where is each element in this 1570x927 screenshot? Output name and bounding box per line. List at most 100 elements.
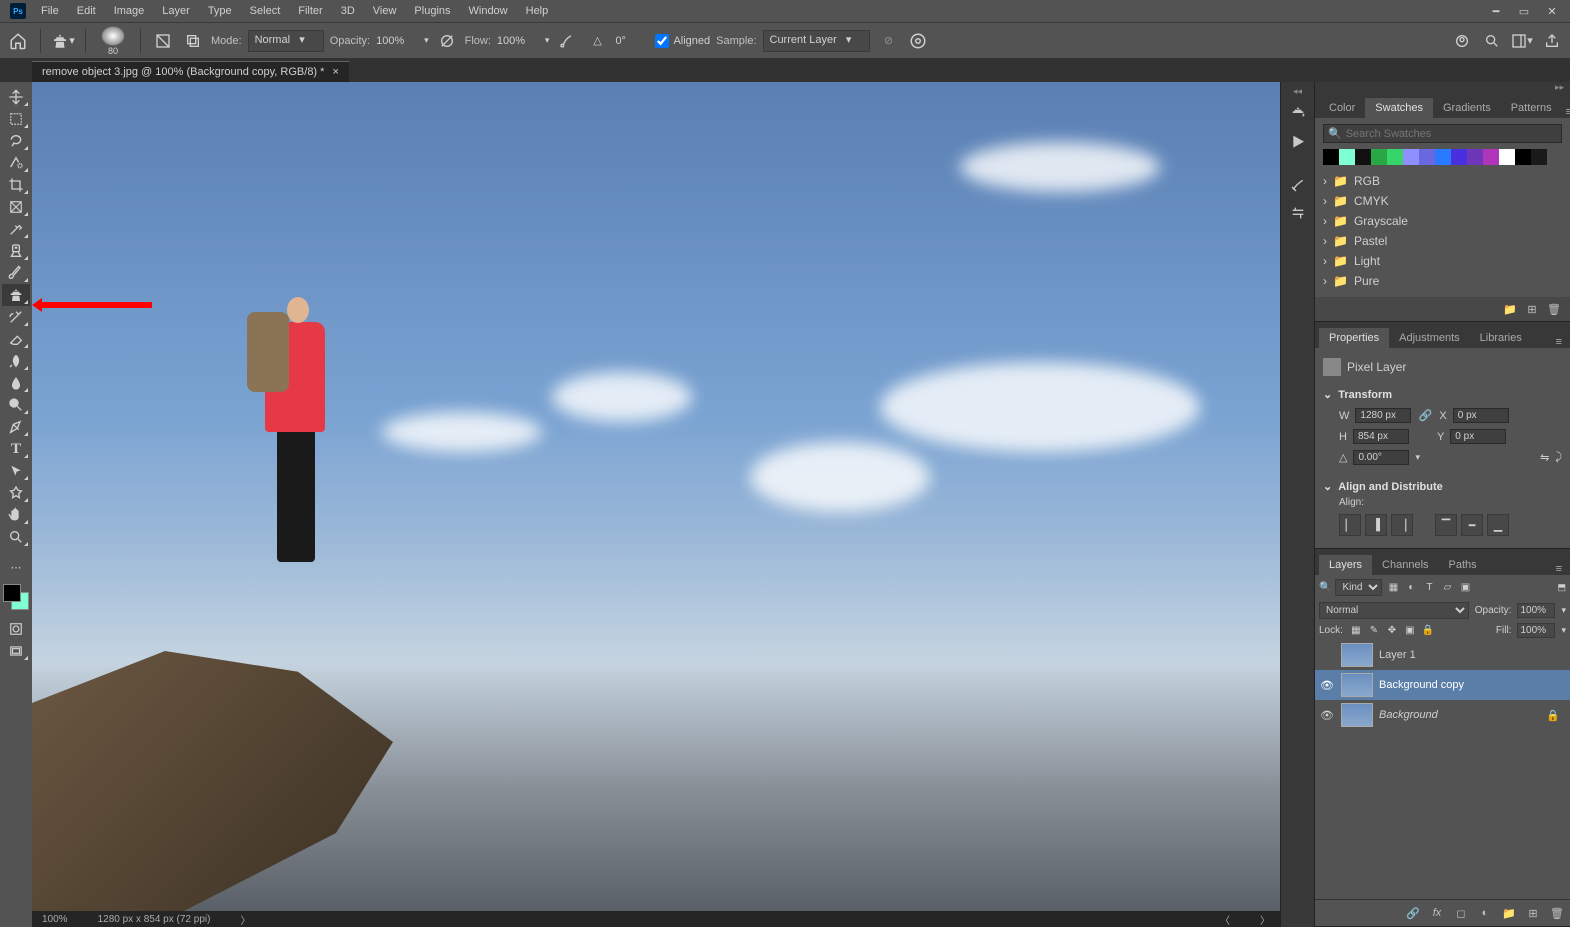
menu-help[interactable]: Help bbox=[517, 0, 558, 22]
swatch-folder[interactable]: ›📁RGB bbox=[1323, 171, 1562, 191]
align-left-icon[interactable]: ▏ bbox=[1339, 514, 1361, 536]
collapse-arrows-icon[interactable]: ◂◂ bbox=[1281, 86, 1314, 97]
blend-mode-select[interactable]: Normal ▾ bbox=[248, 30, 324, 52]
document-tab[interactable]: remove object 3.jpg @ 100% (Background c… bbox=[32, 61, 349, 82]
panel-menu-icon[interactable]: ≡ bbox=[1552, 563, 1566, 575]
history-brush-tool[interactable] bbox=[2, 306, 30, 328]
angle-input[interactable] bbox=[1353, 450, 1409, 465]
swatch-search-input[interactable] bbox=[1346, 128, 1557, 140]
tab-adjustments[interactable]: Adjustments bbox=[1389, 328, 1470, 348]
frame-tool[interactable] bbox=[2, 196, 30, 218]
aligned-checkbox[interactable] bbox=[655, 34, 669, 48]
width-input[interactable] bbox=[1355, 408, 1411, 423]
move-tool[interactable] bbox=[2, 86, 30, 108]
brush-tool[interactable] bbox=[2, 262, 30, 284]
layer-name[interactable]: Background bbox=[1379, 709, 1438, 721]
screen-mode-icon[interactable] bbox=[2, 640, 30, 662]
foreground-color-swatch[interactable] bbox=[3, 584, 21, 602]
opacity-pressure-icon[interactable] bbox=[435, 29, 459, 53]
chevron-down-icon[interactable]: ⌄ bbox=[1323, 480, 1332, 493]
lock-artboard-icon[interactable]: ▣ bbox=[1403, 624, 1417, 638]
filter-shape-icon[interactable]: ▱ bbox=[1440, 581, 1454, 595]
brushes-panel-icon[interactable] bbox=[1284, 173, 1312, 197]
chevron-down-icon[interactable]: ⌄ bbox=[1323, 388, 1332, 401]
quick-mask-icon[interactable] bbox=[2, 618, 30, 640]
tab-paths[interactable]: Paths bbox=[1439, 555, 1487, 575]
path-selection-tool[interactable] bbox=[2, 460, 30, 482]
home-icon[interactable] bbox=[6, 29, 30, 53]
dodge-tool[interactable] bbox=[2, 394, 30, 416]
history-panel-icon[interactable] bbox=[1284, 129, 1312, 153]
blur-tool[interactable] bbox=[2, 372, 30, 394]
tab-libraries[interactable]: Libraries bbox=[1470, 328, 1532, 348]
status-chevron-right2-icon[interactable]: 〉 bbox=[1260, 912, 1270, 927]
layer-row[interactable]: 👁Background🔒 bbox=[1315, 700, 1570, 730]
edit-toolbar-icon[interactable]: ⋯ bbox=[2, 556, 30, 578]
delete-swatch-icon[interactable]: 🗑 bbox=[1546, 301, 1562, 317]
link-wh-icon[interactable]: 🔗 bbox=[1417, 409, 1433, 422]
menu-plugins[interactable]: Plugins bbox=[405, 0, 459, 22]
expand-arrows-icon[interactable]: ▸▸ bbox=[1315, 82, 1570, 92]
sample-select[interactable]: Current Layer ▾ bbox=[763, 30, 871, 52]
menu-filter[interactable]: Filter bbox=[289, 0, 331, 22]
quick-selection-tool[interactable] bbox=[2, 152, 30, 174]
gradient-tool[interactable] bbox=[2, 350, 30, 372]
canvas[interactable] bbox=[32, 82, 1280, 911]
layer-name[interactable]: Background copy bbox=[1379, 679, 1464, 691]
menu-view[interactable]: View bbox=[364, 0, 406, 22]
menu-select[interactable]: Select bbox=[241, 0, 290, 22]
zoom-level[interactable]: 100% bbox=[42, 914, 68, 925]
close-window-button[interactable]: ✕ bbox=[1538, 0, 1566, 22]
maximize-button[interactable]: ▭ bbox=[1510, 0, 1538, 22]
eyedropper-tool[interactable] bbox=[2, 218, 30, 240]
lock-transparent-icon[interactable]: ▦ bbox=[1349, 624, 1363, 638]
swatch-color[interactable] bbox=[1531, 149, 1547, 165]
y-input[interactable] bbox=[1450, 429, 1506, 444]
status-chevron-right-icon[interactable]: 〉 bbox=[240, 912, 250, 927]
type-tool[interactable]: T bbox=[2, 438, 30, 460]
marquee-tool[interactable] bbox=[2, 108, 30, 130]
panel-menu-icon[interactable]: ≡ bbox=[1552, 336, 1566, 348]
clone-stamp-tool-icon[interactable]: ▾ bbox=[51, 29, 75, 53]
swatch-color[interactable] bbox=[1355, 149, 1371, 165]
doc-info[interactable]: 1280 px x 854 px (72 ppi) bbox=[98, 914, 211, 925]
layer-mask-icon[interactable]: ◻ bbox=[1452, 904, 1470, 922]
swatch-search[interactable]: 🔍 bbox=[1323, 124, 1562, 143]
swatch-folder[interactable]: ›📁CMYK bbox=[1323, 191, 1562, 211]
delete-layer-icon[interactable]: 🗑 bbox=[1548, 904, 1566, 922]
tab-color[interactable]: Color bbox=[1319, 98, 1365, 118]
cloud-docs-icon[interactable] bbox=[1450, 29, 1474, 53]
pressure-size-icon[interactable] bbox=[906, 29, 930, 53]
layer-thumbnail[interactable] bbox=[1341, 643, 1373, 667]
lasso-tool[interactable] bbox=[2, 130, 30, 152]
layer-row[interactable]: Layer 1 bbox=[1315, 640, 1570, 670]
swatch-color[interactable] bbox=[1467, 149, 1483, 165]
share-icon[interactable] bbox=[1540, 29, 1564, 53]
new-layer-icon[interactable]: ⊞ bbox=[1524, 904, 1542, 922]
menu-file[interactable]: File bbox=[32, 0, 68, 22]
filter-pixel-icon[interactable]: ▦ bbox=[1386, 581, 1400, 595]
swatch-folder[interactable]: ›📁Pastel bbox=[1323, 231, 1562, 251]
brush-settings-panel-icon[interactable] bbox=[1284, 201, 1312, 225]
crop-tool[interactable] bbox=[2, 174, 30, 196]
tab-properties[interactable]: Properties bbox=[1319, 328, 1389, 348]
visibility-toggle[interactable]: 👁 bbox=[1319, 679, 1335, 692]
visibility-toggle[interactable]: 👁 bbox=[1319, 709, 1335, 722]
filter-toggle-icon[interactable]: ⬒ bbox=[1557, 582, 1566, 593]
link-layers-icon[interactable]: 🔗 bbox=[1404, 904, 1422, 922]
minimize-button[interactable]: ━ bbox=[1482, 0, 1510, 22]
opacity-input[interactable] bbox=[376, 35, 418, 47]
lock-all-icon[interactable]: 🔒 bbox=[1421, 624, 1435, 638]
brush-preset-picker[interactable]: 80 bbox=[96, 26, 130, 56]
swatch-color[interactable] bbox=[1451, 149, 1467, 165]
angle-input[interactable] bbox=[615, 35, 649, 47]
pen-tool[interactable] bbox=[2, 416, 30, 438]
zoom-tool[interactable] bbox=[2, 526, 30, 548]
swatch-color[interactable] bbox=[1323, 149, 1339, 165]
align-right-icon[interactable]: ▕ bbox=[1391, 514, 1413, 536]
workspace-icon[interactable]: ▾ bbox=[1510, 29, 1534, 53]
swatch-folder[interactable]: ›📁Pure bbox=[1323, 271, 1562, 291]
lock-image-icon[interactable]: ✎ bbox=[1367, 624, 1381, 638]
layer-filter-kind[interactable]: Kind bbox=[1335, 579, 1382, 596]
menu-image[interactable]: Image bbox=[105, 0, 154, 22]
